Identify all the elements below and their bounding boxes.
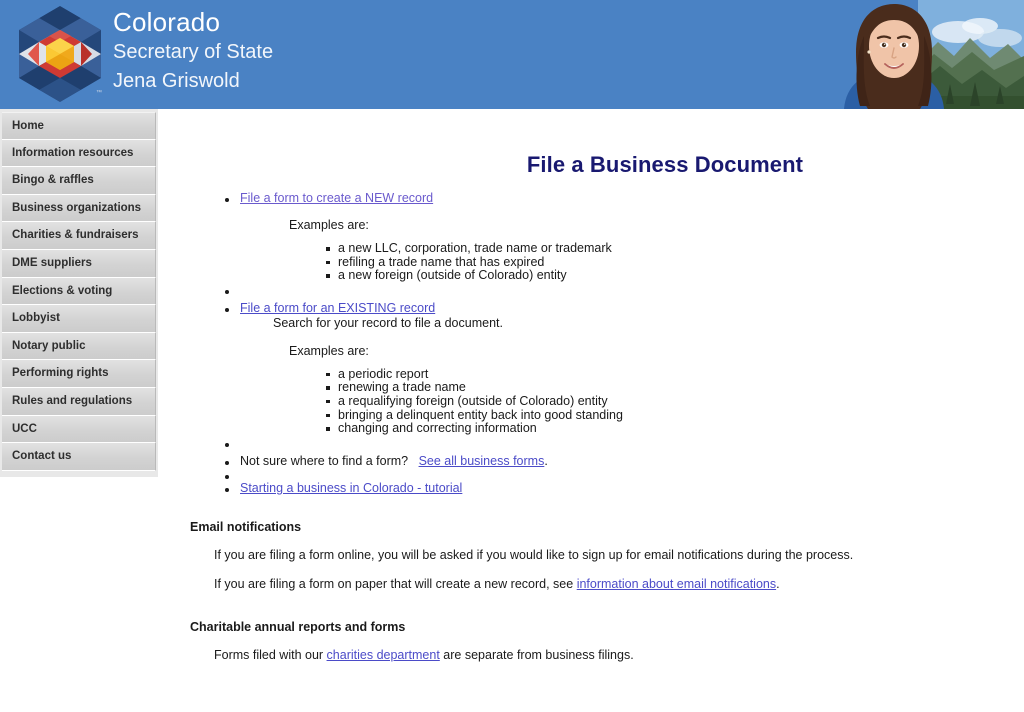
sidebar-item-information-resources[interactable]: Information resources	[2, 139, 156, 168]
trademark-symbol: ™	[96, 90, 102, 96]
existing-record-subtitle: Search for your record to file a documen…	[273, 315, 503, 330]
list-spacer	[224, 468, 1024, 481]
sidebar-item-bingo-raffles[interactable]: Bingo & raffles	[2, 167, 156, 195]
charitable-text-before: Forms filed with our	[214, 647, 324, 662]
find-form-period: .	[544, 453, 548, 468]
list-item: changing and correcting information	[324, 422, 1024, 436]
list-item: renewing a trade name	[324, 381, 1024, 395]
list-item: a requalifying foreign (outside of Color…	[324, 394, 1024, 409]
list-item-new-record: File a form to create a NEW record Examp…	[224, 191, 1024, 283]
sidebar-item-charities-fundraisers[interactable]: Charities & fundraisers	[2, 222, 156, 250]
list-spacer	[224, 283, 1024, 301]
primary-sidebar-navigation: Home Information resources Bingo & raffl…	[0, 109, 158, 477]
see-all-business-forms-link[interactable]: See all business forms	[419, 454, 545, 468]
list-item: a new LLC, corporation, trade name or tr…	[324, 241, 1024, 256]
sidebar-item-dme-suppliers[interactable]: DME suppliers	[2, 249, 156, 278]
list-item: refiling a trade name that has expired	[324, 255, 1024, 270]
sidebar-item-elections-voting[interactable]: Elections & voting	[2, 277, 156, 306]
new-record-examples-list: a new LLC, corporation, trade name or tr…	[240, 241, 1024, 283]
sidebar-item-rules-and-regulations[interactable]: Rules and regulations	[2, 387, 156, 416]
official-name: Jena Griswold	[113, 70, 240, 92]
email-notifications-paragraph-1: If you are filing a form online, you wil…	[214, 547, 854, 562]
list-item-find-form: Not sure where to find a form? See all b…	[224, 454, 1024, 468]
email-notifications-text-after: .	[776, 576, 780, 591]
new-record-examples-label: Examples are:	[289, 218, 369, 232]
charitable-text-after: are separate from business filings.	[443, 647, 634, 662]
sidebar-item-ucc[interactable]: UCC	[2, 415, 156, 444]
sidebar-item-notary-public[interactable]: Notary public	[2, 332, 156, 361]
charities-department-link[interactable]: charities department	[327, 648, 440, 662]
sidebar-item-contact-us[interactable]: Contact us	[2, 443, 156, 471]
primary-options-list: File a form to create a NEW record Examp…	[158, 191, 1024, 495]
email-notifications-text-before: If you are filing a form on paper that w…	[214, 576, 574, 591]
email-notifications-info-link[interactable]: information about email notifications	[577, 577, 776, 591]
find-form-text: Not sure where to find a form?	[240, 453, 409, 468]
new-record-link[interactable]: File a form to create a NEW record	[240, 191, 433, 205]
charitable-reports-heading: Charitable annual reports and forms	[190, 619, 406, 634]
page-title: File a Business Document	[526, 151, 804, 177]
agency-name: Colorado	[113, 7, 221, 37]
list-item: bringing a delinquent entity back into g…	[324, 408, 1024, 423]
department-name: Secretary of State	[113, 41, 274, 63]
existing-record-examples-list: a periodic report renewing a trade name …	[240, 367, 1024, 436]
charitable-reports-paragraph: Forms filed with our charities departmen…	[158, 647, 1024, 663]
existing-record-examples-label: Examples are:	[289, 343, 369, 358]
colorado-hexagon-logo[interactable]: ™	[8, 2, 112, 106]
email-notifications-paragraph-2: If you are filing a form on paper that w…	[158, 576, 1024, 592]
content-body: File a form to create a NEW record Examp…	[158, 191, 1024, 663]
email-notifications-heading: Email notifications	[190, 519, 302, 534]
existing-record-link[interactable]: File a form for an EXISTING record	[240, 301, 435, 315]
jena-griswold-portrait	[830, 0, 1024, 109]
main-content: File a Business Document File a form to …	[158, 109, 1024, 712]
list-spacer	[224, 436, 1024, 454]
sidebar-item-lobbyist[interactable]: Lobbyist	[2, 305, 156, 333]
list-item: a new foreign (outside of Colorado) enti…	[324, 269, 1024, 283]
header-titles: Colorado Secretary of State Jena Griswol…	[113, 6, 273, 96]
list-item: a periodic report	[324, 367, 1024, 382]
sidebar-item-performing-rights[interactable]: Performing rights	[2, 360, 156, 388]
list-item-existing-record: File a form for an EXISTING record Searc…	[224, 301, 1024, 436]
list-item-tutorial: Starting a business in Colorado - tutori…	[224, 481, 1024, 495]
site-header: ™ Colorado Secretary of State Jena Grisw…	[0, 0, 1024, 109]
sidebar-item-business-organizations[interactable]: Business organizations	[2, 194, 156, 223]
sidebar-item-home[interactable]: Home	[2, 112, 156, 140]
starting-a-business-tutorial-link[interactable]: Starting a business in Colorado - tutori…	[240, 481, 462, 495]
